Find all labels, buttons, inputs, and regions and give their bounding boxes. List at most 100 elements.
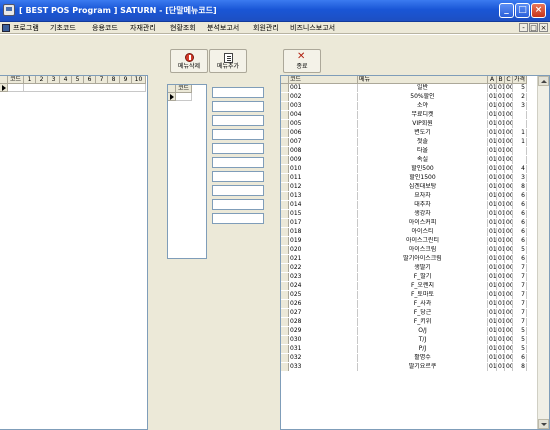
price-cell[interactable]: 6 bbox=[513, 228, 527, 236]
code-cell[interactable]: 030 bbox=[289, 336, 358, 344]
flag-cell[interactable]: 01 bbox=[488, 129, 497, 137]
menu-name-field-5[interactable] bbox=[212, 143, 264, 154]
menu-name-cell[interactable]: 요자차 bbox=[358, 192, 488, 200]
flag-cell[interactable]: 01 bbox=[488, 192, 497, 200]
menu-name-cell[interactable]: F_사과 bbox=[358, 300, 488, 308]
flag-cell[interactable]: 01 bbox=[497, 354, 505, 362]
table-row[interactable]: 012 심겐대보탕 01 01 00 8 bbox=[281, 183, 537, 191]
price-cell[interactable]: 7 bbox=[513, 282, 527, 290]
price-cell[interactable]: 6 bbox=[513, 210, 527, 218]
row-indicator[interactable] bbox=[281, 228, 289, 236]
flag-cell[interactable]: 00 bbox=[505, 255, 513, 263]
row-indicator[interactable] bbox=[281, 354, 289, 362]
price-cell[interactable]: 8 bbox=[513, 363, 527, 371]
code-cell[interactable]: 003 bbox=[289, 102, 358, 110]
row-indicator[interactable] bbox=[0, 84, 8, 92]
column-header[interactable]: 6 bbox=[84, 76, 96, 84]
code-cell[interactable]: 017 bbox=[289, 219, 358, 227]
flag-cell[interactable]: 01 bbox=[497, 111, 505, 119]
price-cell[interactable]: 6 bbox=[513, 354, 527, 362]
code-cell[interactable]: 015 bbox=[289, 210, 358, 218]
flag-cell[interactable]: 01 bbox=[488, 174, 497, 182]
table-row[interactable]: 009 속실 01 01 00 bbox=[281, 156, 537, 164]
flag-cell[interactable]: 00 bbox=[505, 300, 513, 308]
menu-name-field-2[interactable] bbox=[212, 101, 264, 112]
row-indicator[interactable] bbox=[281, 327, 289, 335]
price-cell[interactable]: 4 bbox=[513, 165, 527, 173]
row-indicator[interactable] bbox=[281, 138, 289, 146]
row-indicator[interactable] bbox=[281, 282, 289, 290]
delete-menu-button[interactable]: 메뉴삭제 bbox=[170, 49, 208, 73]
code-cell[interactable]: 012 bbox=[289, 183, 358, 191]
menu-name-cell[interactable]: F_토마토 bbox=[358, 291, 488, 299]
table-row[interactable]: 005 VIP회원 01 01 00 bbox=[281, 120, 537, 128]
menu-name-cell[interactable]: 생딸기 bbox=[358, 264, 488, 272]
grid-cell[interactable] bbox=[24, 84, 146, 92]
menu-program[interactable]: 프로그램 bbox=[13, 23, 39, 33]
flag-cell[interactable]: 00 bbox=[505, 120, 513, 128]
code-cell[interactable]: 029 bbox=[289, 327, 358, 335]
menu-name-cell[interactable]: 변도기 bbox=[358, 129, 488, 137]
menu-name-cell[interactable]: 할인1500 bbox=[358, 174, 488, 182]
flag-cell[interactable]: 01 bbox=[488, 282, 497, 290]
price-cell[interactable] bbox=[513, 111, 527, 119]
code-cell[interactable]: 031 bbox=[289, 345, 358, 353]
flag-cell[interactable]: 00 bbox=[505, 264, 513, 272]
code-cell[interactable]: 011 bbox=[289, 174, 358, 182]
row-indicator[interactable] bbox=[281, 237, 289, 245]
grid-cell[interactable] bbox=[176, 93, 192, 101]
flag-cell[interactable]: 00 bbox=[505, 336, 513, 344]
menu-name-cell[interactable]: 아이스티 bbox=[358, 228, 488, 236]
table-row[interactable]: 015 생강차 01 01 00 6 bbox=[281, 210, 537, 218]
code-cell[interactable]: 026 bbox=[289, 300, 358, 308]
row-indicator[interactable] bbox=[281, 219, 289, 227]
price-cell[interactable]: 2 bbox=[513, 93, 527, 101]
flag-cell[interactable]: 01 bbox=[497, 309, 505, 317]
flag-cell[interactable]: 01 bbox=[488, 84, 497, 92]
column-header[interactable]: B bbox=[497, 76, 505, 84]
menu-name-cell[interactable]: 무료디켓 bbox=[358, 111, 488, 119]
flag-cell[interactable]: 00 bbox=[505, 201, 513, 209]
row-indicator[interactable] bbox=[281, 201, 289, 209]
flag-cell[interactable]: 01 bbox=[497, 282, 505, 290]
table-row[interactable]: 002 50%할인 01 01 00 2 bbox=[281, 93, 537, 101]
menu-name-cell[interactable]: 대추차 bbox=[358, 201, 488, 209]
column-header[interactable]: 2 bbox=[36, 76, 48, 84]
price-cell[interactable]: 8 bbox=[513, 183, 527, 191]
row-indicator[interactable] bbox=[281, 264, 289, 272]
price-cell[interactable] bbox=[513, 147, 527, 155]
row-indicator[interactable] bbox=[281, 363, 289, 371]
flag-cell[interactable]: 01 bbox=[497, 291, 505, 299]
table-row[interactable]: 014 대추차 01 01 00 6 bbox=[281, 201, 537, 209]
flag-cell[interactable]: 01 bbox=[497, 129, 505, 137]
menu-name-cell[interactable]: F_당근 bbox=[358, 309, 488, 317]
row-indicator[interactable] bbox=[281, 273, 289, 281]
table-row[interactable]: 007 첫솔 01 01 00 1 bbox=[281, 138, 537, 146]
document-icon[interactable] bbox=[2, 24, 10, 32]
price-cell[interactable]: 3 bbox=[513, 102, 527, 110]
menu-name-cell[interactable]: 할인500 bbox=[358, 165, 488, 173]
flag-cell[interactable]: 01 bbox=[488, 246, 497, 254]
menu-name-field-8[interactable] bbox=[212, 185, 264, 196]
flag-cell[interactable]: 01 bbox=[497, 264, 505, 272]
menu-name-cell[interactable]: 생강차 bbox=[358, 210, 488, 218]
flag-cell[interactable]: 00 bbox=[505, 282, 513, 290]
menu-name-cell[interactable]: 딸기아이스크림 bbox=[358, 255, 488, 263]
flag-cell[interactable]: 00 bbox=[505, 219, 513, 227]
table-row[interactable]: 030 T/J 01 01 00 5 bbox=[281, 336, 537, 344]
menu-business-report[interactable]: 비즈니스보고서 bbox=[290, 23, 335, 33]
code-cell[interactable]: 028 bbox=[289, 318, 358, 326]
code-cell[interactable]: 001 bbox=[289, 84, 358, 92]
row-indicator[interactable] bbox=[281, 336, 289, 344]
table-row[interactable]: 021 딸기아이스크림 01 01 00 6 bbox=[281, 255, 537, 263]
table-row[interactable]: 019 아이스그린티 01 01 00 6 bbox=[281, 237, 537, 245]
row-indicator[interactable] bbox=[281, 165, 289, 173]
flag-cell[interactable]: 00 bbox=[505, 111, 513, 119]
flag-cell[interactable]: 01 bbox=[488, 255, 497, 263]
table-row[interactable]: 031 P/J 01 01 00 5 bbox=[281, 345, 537, 353]
column-header[interactable]: 4 bbox=[60, 76, 72, 84]
flag-cell[interactable]: 01 bbox=[488, 264, 497, 272]
flag-cell[interactable]: 01 bbox=[488, 363, 497, 371]
price-cell[interactable]: 7 bbox=[513, 273, 527, 281]
row-indicator[interactable] bbox=[281, 345, 289, 353]
